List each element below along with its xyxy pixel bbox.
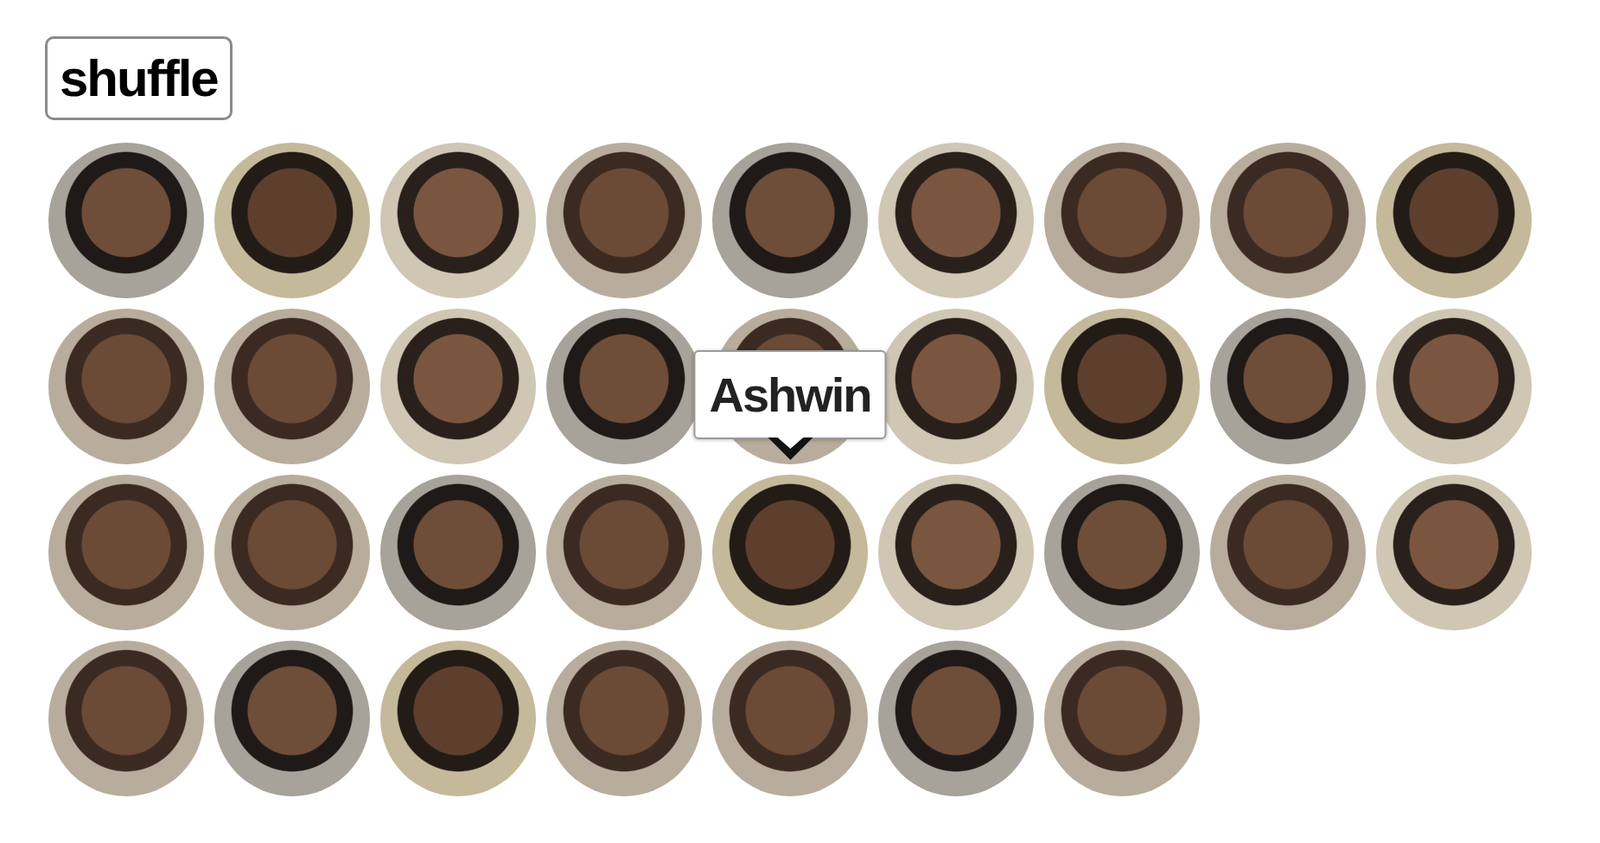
face-photo[interactable]: [712, 142, 868, 299]
face-photo[interactable]: [1210, 308, 1366, 465]
face-photo[interactable]: [380, 640, 536, 797]
photo-cell: [712, 640, 868, 797]
face-photo[interactable]: [1210, 474, 1366, 631]
face-photo[interactable]: [48, 474, 204, 631]
face-photo[interactable]: [214, 142, 370, 299]
photo-cell: Ashwin: [712, 474, 868, 631]
face-photo[interactable]: [48, 308, 204, 465]
photo-cell: [1044, 308, 1200, 465]
name-tooltip: Ashwin: [693, 350, 887, 440]
photo-cell: [1044, 474, 1200, 631]
photo-cell: [1210, 308, 1366, 465]
face-photo[interactable]: [878, 640, 1034, 797]
face-photo[interactable]: [878, 474, 1034, 631]
page: shuffle Ashwin: [0, 0, 1600, 797]
face-photo[interactable]: [214, 308, 370, 465]
face-photo[interactable]: [214, 640, 370, 797]
face-photo[interactable]: [712, 640, 868, 797]
tooltip-text: Ashwin: [708, 366, 871, 423]
face-photo[interactable]: [380, 142, 536, 299]
face-photo[interactable]: [878, 142, 1034, 299]
face-photo[interactable]: [878, 308, 1034, 465]
photo-cell: [878, 474, 1034, 631]
photo-cell: [1044, 640, 1200, 797]
photo-cell: [214, 142, 370, 299]
tooltip-arrow-icon: [767, 437, 813, 460]
face-photo[interactable]: [546, 142, 702, 299]
photo-cell: [48, 308, 204, 465]
photo-cell: [214, 640, 370, 797]
face-photo[interactable]: [1044, 142, 1200, 299]
face-photo[interactable]: [1376, 142, 1532, 299]
face-photo[interactable]: [546, 474, 702, 631]
photo-cell: [878, 142, 1034, 299]
face-photo[interactable]: [1376, 308, 1532, 465]
face-photo[interactable]: [1044, 308, 1200, 465]
photo-cell: [546, 308, 702, 465]
photo-cell: [1210, 142, 1366, 299]
photo-cell: [1376, 142, 1532, 299]
photo-cell: [48, 474, 204, 631]
face-photo[interactable]: [1210, 142, 1366, 299]
photo-cell: [878, 640, 1034, 797]
shuffle-button[interactable]: shuffle: [44, 36, 233, 121]
photo-cell: [380, 308, 536, 465]
photo-cell: [1376, 474, 1532, 631]
face-photo[interactable]: [546, 308, 702, 465]
photo-cell: [546, 474, 702, 631]
photo-cell: [1376, 308, 1532, 465]
photo-cell: [712, 142, 868, 299]
photo-cell: [878, 308, 1034, 465]
face-photo[interactable]: [1044, 474, 1200, 631]
photo-cell: [48, 640, 204, 797]
photo-cell: [380, 474, 536, 631]
face-photo[interactable]: [1044, 640, 1200, 797]
face-photo[interactable]: [1376, 474, 1532, 631]
face-photo[interactable]: [380, 474, 536, 631]
photo-grid: Ashwin: [48, 142, 1600, 797]
photo-cell: [380, 640, 536, 797]
photo-cell: [546, 142, 702, 299]
face-photo[interactable]: [214, 474, 370, 631]
photo-cell: [380, 142, 536, 299]
photo-cell: [1210, 474, 1366, 631]
face-photo[interactable]: [380, 308, 536, 465]
face-photo[interactable]: [48, 640, 204, 797]
photo-cell: [214, 308, 370, 465]
photo-cell: [546, 640, 702, 797]
face-photo[interactable]: [48, 142, 204, 299]
face-photo[interactable]: [546, 640, 702, 797]
photo-cell: [214, 474, 370, 631]
photo-cell: [48, 142, 204, 299]
photo-cell: [1044, 142, 1200, 299]
face-photo[interactable]: [712, 474, 868, 631]
